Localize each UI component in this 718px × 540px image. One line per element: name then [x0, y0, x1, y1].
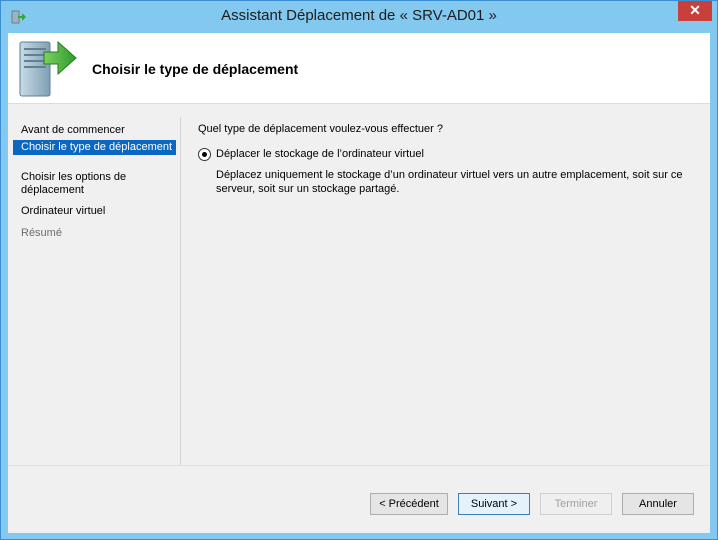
wizard-nav: Avant de commencer Choisir le type de dé…	[8, 104, 180, 465]
move-storage-label[interactable]: Déplacer le stockage de l’ordinateur vir…	[216, 148, 424, 160]
page-title: Choisir le type de déplacement	[92, 61, 299, 77]
wizard-client: Choisir le type de déplacement Avant de …	[8, 33, 710, 533]
previous-button[interactable]: < Précédent	[370, 493, 448, 515]
wizard-header: Choisir le type de déplacement	[8, 33, 710, 104]
title-bar[interactable]: Assistant Déplacement de « SRV-AD01 » ✕	[1, 1, 717, 33]
radio-selected-dot	[202, 152, 207, 157]
nav-separator	[180, 117, 181, 465]
footer-separator	[8, 465, 710, 466]
finish-button: Terminer	[540, 493, 612, 515]
nav-item-virtual-machine[interactable]: Ordinateur virtuel	[13, 205, 176, 218]
nav-item-move-type[interactable]: Choisir le type de déplacement	[13, 140, 176, 155]
question-text: Quel type de déplacement voulez-vous eff…	[198, 123, 444, 135]
next-button[interactable]: Suivant >	[458, 493, 530, 515]
cancel-button[interactable]: Annuler	[622, 493, 694, 515]
nav-item-summary: Résumé	[21, 227, 62, 239]
wizard-window: Assistant Déplacement de « SRV-AD01 » ✕	[0, 0, 718, 540]
server-move-icon	[19, 40, 77, 97]
window-title: Assistant Déplacement de « SRV-AD01 »	[221, 7, 497, 24]
nav-item-before-you-begin[interactable]: Avant de commencer	[13, 124, 176, 137]
move-storage-radio[interactable]	[198, 148, 211, 161]
nav-item-move-options[interactable]: Choisir les options de déplacement	[13, 171, 176, 197]
close-button[interactable]: ✕	[678, 1, 712, 21]
move-storage-description: Déplacez uniquement le stockage d’un ord…	[216, 169, 683, 195]
